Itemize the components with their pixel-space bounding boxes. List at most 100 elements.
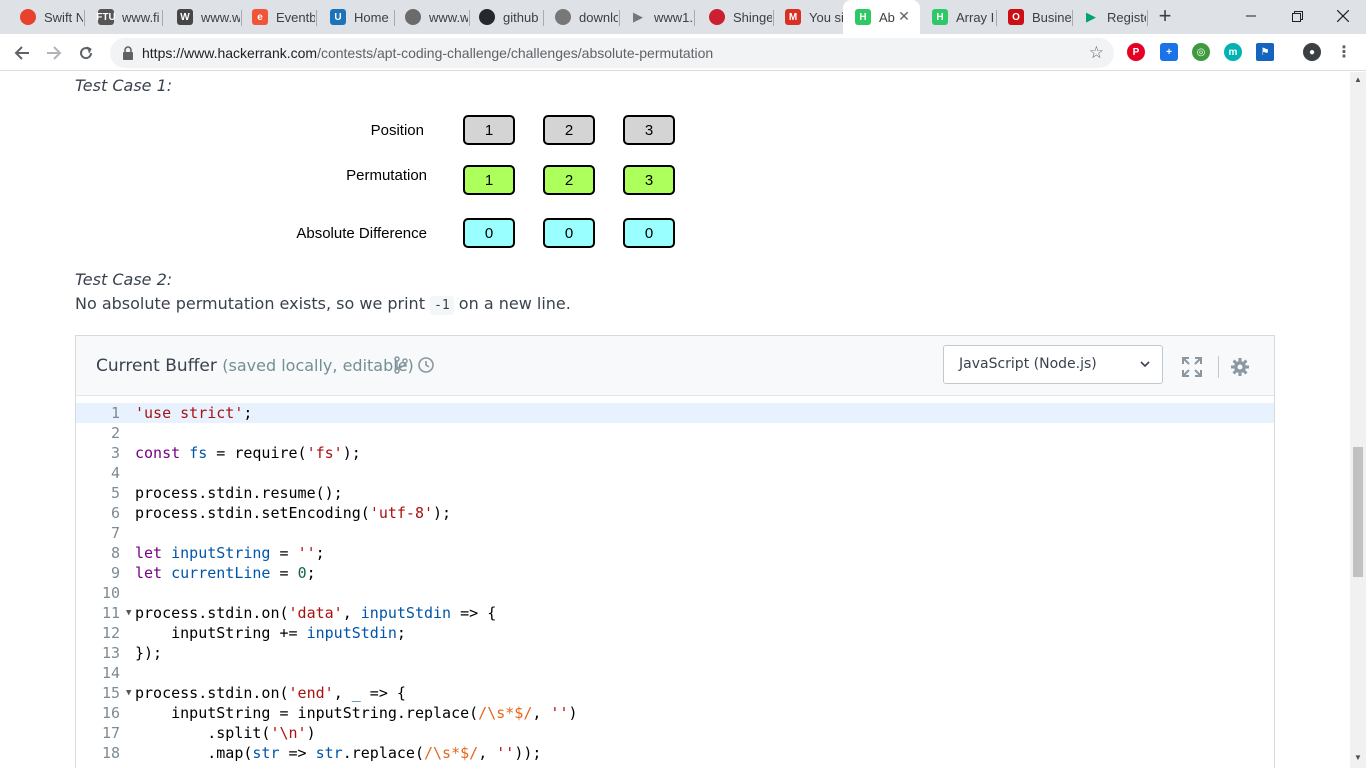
row-label-permutation: Permutation: [346, 167, 427, 184]
tab-label: www.w: [429, 9, 468, 25]
tab-separator: [84, 10, 85, 26]
hackerrank-icon: H: [855, 9, 871, 25]
position-cell: 1: [463, 115, 515, 145]
eventbrite-icon: e: [252, 9, 268, 25]
udemy-icon: U: [330, 9, 346, 25]
shingeki-icon: [709, 9, 725, 25]
pinterest-icon[interactable]: P: [1127, 43, 1145, 61]
flag-extension-icon[interactable]: ⚑: [1256, 43, 1274, 61]
menu-icon[interactable]: ⋮: [1335, 43, 1353, 61]
position-cell: 3: [623, 115, 675, 145]
restore-button[interactable]: [1274, 0, 1320, 32]
code-line: 16 inputString = inputString.replace(/\s…: [101, 704, 578, 722]
tab-separator: [1147, 10, 1148, 26]
code-area[interactable]: 1'use strict'; 2 3 const fs = require('fs…: [76, 398, 1274, 768]
language-select[interactable]: JavaScript (Node.js): [943, 345, 1163, 384]
header-divider: [1218, 356, 1219, 378]
minimize-icon: [1246, 15, 1256, 17]
code-line: 15 ▼ process.stdin.on('end', _ => {: [101, 683, 406, 703]
minimize-button[interactable]: [1228, 0, 1274, 32]
code-line: 12 inputString += inputStdin;: [101, 624, 406, 642]
tab-label: downlo: [579, 9, 618, 25]
page-scrollbar[interactable]: ▲ ▼: [1350, 72, 1366, 768]
scroll-up-arrow-icon[interactable]: ▲: [1354, 76, 1362, 84]
play-icon: ▶: [633, 9, 643, 24]
editor-title: Current Buffer (saved locally, editable): [96, 356, 414, 376]
tab-label: www1.: [654, 9, 693, 25]
tab-label: Swift N: [44, 9, 83, 25]
tab-udemy[interactable]: U Home: [318, 0, 393, 34]
code-line: 6 process.stdin.setEncoding('utf-8');: [110, 504, 452, 522]
extension-icon[interactable]: +: [1160, 43, 1178, 61]
forward-button[interactable]: [41, 40, 67, 66]
code-line: 8 let inputString = '';: [110, 544, 325, 562]
address-bar[interactable]: https://www.hackerrank.com/contests/apt-…: [110, 38, 1114, 68]
fullscreen-icon[interactable]: [1182, 357, 1202, 377]
reload-button[interactable]: [73, 40, 99, 66]
tab-eventbrite[interactable]: e Eventb: [240, 0, 315, 34]
tab-gmail[interactable]: M You sig: [773, 0, 848, 34]
mindmeister-icon[interactable]: m: [1224, 43, 1242, 61]
google-play-icon: ▶: [1086, 9, 1096, 24]
download-icon: [555, 9, 571, 25]
image-icon: [405, 9, 421, 25]
history-icon[interactable]: [417, 356, 435, 374]
scroll-down-arrow-icon[interactable]: ▼: [1354, 754, 1362, 762]
chevron-down-icon: [1140, 361, 1150, 368]
tab-hackerrank[interactable]: H Ab ✕: [843, 0, 920, 34]
code-line: 13});: [101, 644, 163, 662]
tab-label: Shinge: [733, 9, 772, 25]
ftu-icon: FTU: [96, 9, 116, 25]
tab-strip: + Swift N FTU www.fi Wwww.w e Eventb U Home www.…: [0, 0, 1366, 34]
fold-arrow-icon[interactable]: ▼: [126, 683, 134, 703]
close-icon: [1337, 10, 1349, 22]
tab-play[interactable]: ▶ www1.: [618, 0, 693, 34]
page-content: Test Case 1: Position 1 2 3 Permutation …: [0, 72, 1350, 768]
code-line: 10: [101, 584, 120, 602]
back-arrow-icon: [14, 46, 29, 60]
scroll-thumb[interactable]: [1353, 447, 1363, 577]
tab-label: Array I: [956, 9, 995, 25]
profile-avatar[interactable]: ●: [1303, 43, 1321, 61]
row-label-absolute-difference: Absolute Difference: [296, 225, 427, 242]
github-icon: [479, 9, 495, 25]
tab-shingeki[interactable]: Shinge: [697, 0, 772, 34]
globe-icon[interactable]: ◎: [1192, 43, 1210, 61]
gear-icon[interactable]: [1230, 357, 1250, 377]
code-line: 14: [101, 664, 120, 682]
test-case-2-heading: Test Case 2:: [75, 270, 173, 289]
tab-label: github: [503, 9, 539, 25]
reload-icon: [80, 46, 93, 60]
opera-icon: O: [1008, 9, 1024, 25]
tab-image[interactable]: www.w: [393, 0, 468, 34]
tab-google-play[interactable]: ▶ Registe: [1071, 0, 1146, 34]
editor-header: Current Buffer (saved locally, editable)…: [76, 336, 1274, 396]
close-tab-icon[interactable]: ✕: [896, 8, 912, 24]
bookmark-star-icon[interactable]: ☆: [1089, 43, 1104, 63]
tab-download[interactable]: downlo: [543, 0, 618, 34]
row-label-position: Position: [370, 122, 424, 139]
test-case-1-heading: Test Case 1:: [75, 76, 173, 95]
new-tab-button[interactable]: +: [1154, 5, 1176, 27]
tab-wordpress[interactable]: Wwww.w: [165, 0, 240, 34]
hackerrank-icon: H: [932, 9, 948, 25]
lock-icon: [123, 46, 133, 60]
code-line: 5 process.stdin.resume();: [110, 484, 343, 502]
difference-cell: 0: [623, 218, 675, 248]
back-button[interactable]: [9, 40, 35, 66]
inline-code: -1: [430, 296, 454, 315]
swift-icon: [20, 9, 36, 25]
close-window-button[interactable]: [1320, 0, 1366, 32]
fold-arrow-icon[interactable]: ▼: [126, 603, 134, 623]
tab-opera[interactable]: O Busine: [996, 0, 1071, 34]
branch-icon[interactable]: [392, 356, 410, 374]
code-line: 7: [110, 524, 120, 542]
code-line: 2: [110, 424, 120, 442]
tab-label: www.w: [201, 9, 240, 25]
tab-swift[interactable]: Swift N: [8, 0, 83, 34]
tab-ftu[interactable]: FTU www.fi: [86, 0, 161, 34]
tab-label: www.fi: [122, 9, 160, 25]
tab-hackerrank[interactable]: H Array I: [920, 0, 995, 34]
wordpress-icon: W: [177, 9, 193, 25]
tab-github[interactable]: github: [467, 0, 542, 34]
